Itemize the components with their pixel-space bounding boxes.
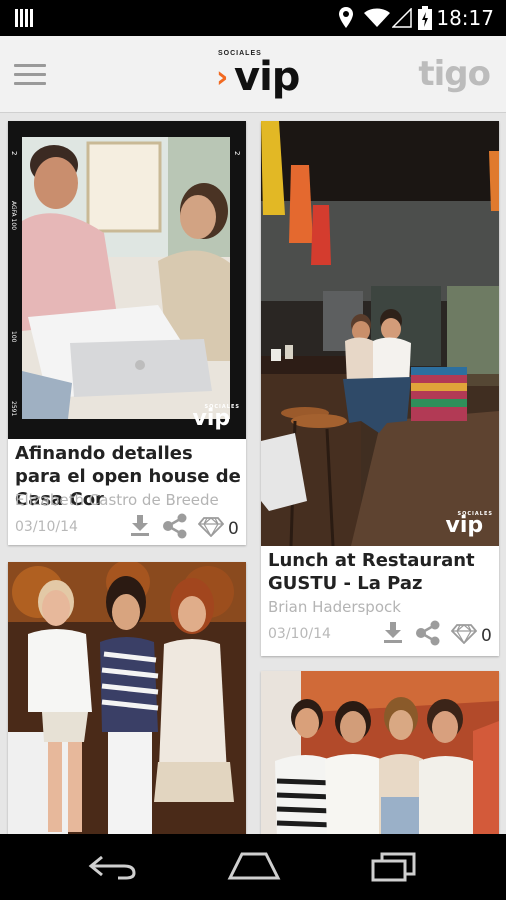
diamond-icon[interactable] bbox=[198, 517, 224, 537]
svg-text:AGFA 100: AGFA 100 bbox=[10, 201, 17, 230]
post-photo[interactable]: 2 2 AGFA 100 100 2591 SOCIALES vip bbox=[8, 121, 246, 439]
back-icon[interactable] bbox=[88, 854, 138, 880]
app-bar: SOCIALES › vip tigo bbox=[0, 36, 506, 113]
photo-image bbox=[8, 562, 246, 842]
download-icon[interactable] bbox=[381, 620, 405, 644]
post-date: 03/10/14 bbox=[268, 626, 331, 642]
signal-icon bbox=[392, 8, 412, 28]
post-date: 03/10/14 bbox=[15, 519, 78, 535]
photo-image bbox=[261, 121, 499, 546]
post-card[interactable]: 2 2 AGFA 100 100 2591 SOCIALES vip Afinan… bbox=[8, 121, 246, 545]
clock: 18:17 bbox=[436, 6, 494, 30]
likes-count: 0 bbox=[481, 626, 492, 646]
home-icon[interactable] bbox=[226, 852, 282, 880]
wifi-icon bbox=[364, 8, 390, 27]
hamburger-menu-icon[interactable] bbox=[14, 64, 46, 86]
post-author[interactable]: Brian Haderspock bbox=[268, 598, 401, 616]
recents-icon[interactable] bbox=[370, 852, 416, 882]
logo-chevron-icon: › bbox=[216, 60, 229, 95]
svg-text:100: 100 bbox=[10, 331, 17, 343]
post-photo[interactable] bbox=[8, 562, 246, 842]
brand-logo: tigo bbox=[418, 54, 491, 94]
vip-watermark: SOCIALES vip bbox=[445, 511, 493, 538]
post-card[interactable] bbox=[8, 562, 246, 842]
photo-image: 2 2 AGFA 100 100 2591 bbox=[8, 121, 246, 439]
svg-text:2: 2 bbox=[233, 151, 241, 155]
logo-text: vip bbox=[234, 54, 300, 100]
app-logo: SOCIALES › vip bbox=[214, 48, 300, 102]
battery-icon bbox=[418, 6, 432, 30]
post-author[interactable]: Elizabeth Castro de Breede bbox=[15, 491, 219, 509]
post-title[interactable]: Lunch at Restaurant GUSTU - La Paz bbox=[268, 549, 496, 595]
vip-watermark: SOCIALES vip bbox=[192, 404, 240, 431]
diamond-icon[interactable] bbox=[451, 624, 477, 644]
likes-count: 0 bbox=[228, 519, 239, 539]
svg-text:2591: 2591 bbox=[10, 401, 17, 416]
share-icon[interactable] bbox=[415, 620, 441, 646]
post-photo[interactable]: SOCIALES vip bbox=[261, 121, 499, 546]
location-icon bbox=[339, 7, 353, 28]
post-card[interactable]: SOCIALES vip Lunch at Restaurant GUSTU - … bbox=[261, 121, 499, 656]
notification-icon bbox=[15, 9, 33, 27]
status-bar: 18:17 bbox=[0, 0, 506, 36]
navigation-bar bbox=[0, 834, 506, 900]
share-icon[interactable] bbox=[162, 513, 188, 539]
post-card[interactable] bbox=[261, 671, 499, 842]
download-icon[interactable] bbox=[128, 513, 152, 537]
svg-text:2: 2 bbox=[10, 151, 18, 155]
post-photo[interactable] bbox=[261, 671, 499, 842]
photo-image bbox=[261, 671, 499, 842]
